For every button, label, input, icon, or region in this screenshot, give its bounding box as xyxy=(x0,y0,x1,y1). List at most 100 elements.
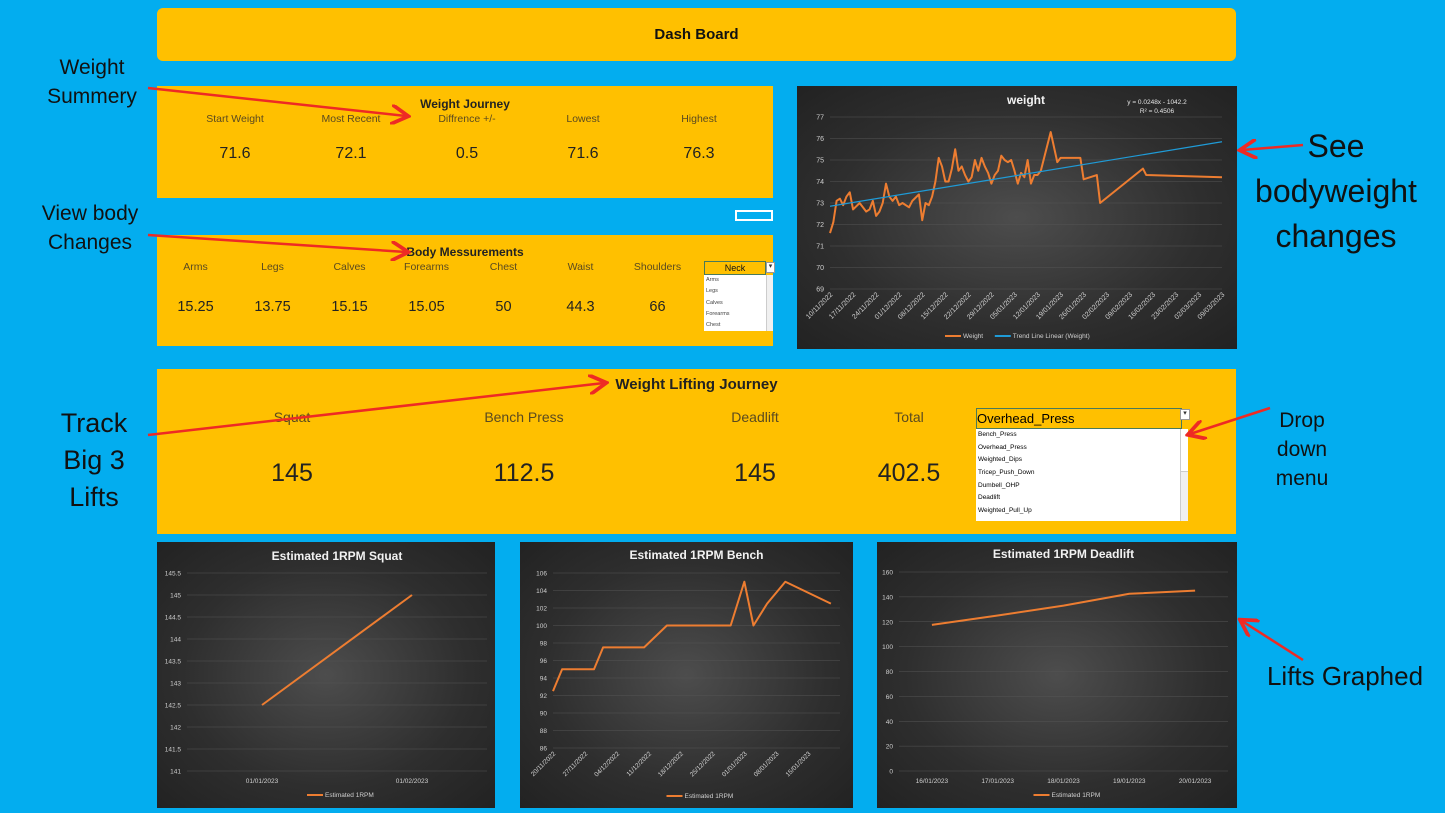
lifting-journey-panel: Weight Lifting Journey Squat 145 Bench Pre… xyxy=(157,369,1236,534)
stat-label: Shoulders xyxy=(633,261,682,273)
y-tick-label: 86 xyxy=(540,746,548,753)
annotation-bodyweight: See bodyweight changes xyxy=(1255,128,1417,254)
body-part-list[interactable]: Arms Legs Calves Forearms Chest xyxy=(704,275,772,331)
y-tick-label: 142 xyxy=(170,725,181,732)
y-tick-label: 40 xyxy=(886,719,894,726)
dropdown-option[interactable]: Bench_Press xyxy=(976,429,1187,442)
stat-value: 44.3 xyxy=(566,299,595,315)
dropdown-option[interactable]: Arms xyxy=(704,275,772,286)
chart-title: weight xyxy=(1006,93,1045,107)
stat-value: 0.5 xyxy=(455,145,479,162)
y-tick-label: 140 xyxy=(882,594,893,601)
stat-label: Lowest xyxy=(566,113,600,125)
dropdown-arrow-icon[interactable]: ▾ xyxy=(1180,409,1190,420)
stat-label: Most Recent xyxy=(321,113,381,125)
stat-label: Waist xyxy=(567,261,594,273)
selected-cell-outline[interactable] xyxy=(735,210,773,221)
stat-value: 15.15 xyxy=(331,299,368,315)
stat-label: Legs xyxy=(261,261,284,273)
stat-column: Bench Press 112.5 xyxy=(444,409,604,488)
scrollbar[interactable] xyxy=(766,275,773,331)
stat-label: Calves xyxy=(333,261,366,273)
x-tick-label: 27/11/2022 xyxy=(562,750,590,778)
stat-column: Deadlift 145 xyxy=(675,409,835,488)
y-tick-label: 96 xyxy=(540,658,548,665)
x-tick-label: 01/01/2023 xyxy=(246,778,279,785)
y-tick-label: 160 xyxy=(882,570,893,577)
stat-label: Diffrence +/- xyxy=(438,113,496,125)
y-tick-label: 104 xyxy=(536,588,547,595)
squat-chart: Estimated 1RPM Squat 141 141.5 142 142.5 143 1… xyxy=(157,542,495,808)
y-tick-label: 98 xyxy=(540,641,548,648)
dropdown-option[interactable]: Deadlift xyxy=(976,492,1187,505)
dropdown-option[interactable]: Dumbell_OHP xyxy=(976,480,1187,493)
y-tick-label: 69 xyxy=(816,287,824,294)
dropdown-arrow-icon[interactable]: ▾ xyxy=(766,262,775,273)
dropdown-option[interactable]: Weighted_Pull_Up xyxy=(976,505,1187,518)
weight-journey-title: Weight Journey xyxy=(420,97,510,111)
stat-label: Squat xyxy=(273,409,311,425)
stat-column: Waist 44.3 xyxy=(542,261,619,315)
exercise-list[interactable]: Bench_Press Overhead_Press Weighted_Dips Tr… xyxy=(976,429,1187,521)
dropdown-option[interactable]: Tricep_Push_Down xyxy=(976,467,1187,480)
stat-value: 15.05 xyxy=(408,299,445,315)
x-tick-label: 01/02/2023 xyxy=(396,778,429,785)
x-tick-label: 20/11/2022 xyxy=(530,750,558,778)
stat-label: Start Weight xyxy=(206,113,264,125)
x-tick-label: 25/12/2022 xyxy=(689,750,717,778)
x-tick-label: 18/01/2023 xyxy=(1047,778,1080,785)
stat-label: Highest xyxy=(681,113,717,125)
body-part-dropdown[interactable]: Neck ▾ Arms Legs Calves Forearms Chest xyxy=(704,261,775,331)
stat-column: Squat 145 xyxy=(212,409,372,488)
y-tick-label: 100 xyxy=(536,623,547,630)
stat-column: Legs 13.75 xyxy=(234,261,311,315)
exercise-selected[interactable]: Overhead_Press xyxy=(976,408,1182,429)
dropdown-option[interactable]: Overhead_Press xyxy=(976,442,1187,455)
dropdown-option[interactable]: Calves xyxy=(704,298,772,309)
dashboard-title: Dash Board xyxy=(654,26,739,43)
stat-column: Start Weight 71.6 xyxy=(177,113,293,163)
dropdown-option[interactable]: Forearms xyxy=(704,309,772,320)
dropdown-option[interactable]: Weighted_Dips xyxy=(976,454,1187,467)
stat-label: Arms xyxy=(183,261,208,273)
trendline xyxy=(829,141,1223,207)
y-tick-label: 72 xyxy=(816,222,824,229)
dropdown-option[interactable]: Legs xyxy=(704,286,772,297)
stat-column: Shoulders 66 xyxy=(619,261,696,315)
stat-column: Chest 50 xyxy=(465,261,542,315)
scrollbar-thumb[interactable] xyxy=(1181,429,1188,472)
x-tick-label: 01/01/2023 xyxy=(721,750,749,778)
stat-column: Diffrence +/- 0.5 xyxy=(409,113,525,163)
annotation-weight-summary: Weight Summery xyxy=(47,56,137,108)
annotation-dropdown: Drop down menu xyxy=(1275,409,1329,490)
y-tick-label: 145 xyxy=(170,593,181,600)
scrollbar[interactable] xyxy=(1180,429,1188,521)
body-measurements-panel: Body Messurements Arms 15.25 Legs 13.75 Calv… xyxy=(157,235,775,346)
y-tick-label: 120 xyxy=(882,619,893,626)
stat-value: 112.5 xyxy=(493,459,555,487)
y-tick-label: 143.5 xyxy=(165,659,182,666)
chart-title: Estimated 1RPM Bench xyxy=(629,548,763,562)
legend-label: Estimated 1RPM xyxy=(325,792,374,799)
stat-column: Most Recent 72.1 xyxy=(293,113,409,163)
y-tick-label: 100 xyxy=(882,644,893,651)
y-tick-label: 106 xyxy=(536,571,547,578)
y-tick-label: 88 xyxy=(540,728,548,735)
annotation-body-changes: View body Changes xyxy=(41,202,139,254)
x-tick-label: 19/01/2023 xyxy=(1113,778,1146,785)
y-tick-label: 74 xyxy=(816,179,824,186)
series-line xyxy=(931,589,1196,626)
series-line xyxy=(261,594,413,706)
deadlift-chart: Estimated 1RPM Deadlift 0 20 40 60 80 100 120 14… xyxy=(877,542,1237,808)
y-tick-label: 77 xyxy=(816,115,824,122)
y-tick-label: 102 xyxy=(536,606,547,613)
y-tick-label: 142.5 xyxy=(165,703,182,710)
exercise-dropdown[interactable]: Overhead_Press ▾ Bench_Press Overhead_Pre… xyxy=(976,408,1190,522)
y-tick-label: 20 xyxy=(886,744,894,751)
dropdown-option[interactable]: Chest xyxy=(704,320,772,331)
annotation-lifts-graphed: Lifts Graphed xyxy=(1266,661,1424,691)
stat-value: 145 xyxy=(271,459,313,487)
stat-value: 50 xyxy=(495,299,512,315)
stat-column: Arms 15.25 xyxy=(157,261,234,315)
body-part-selected[interactable]: Neck xyxy=(704,261,766,275)
